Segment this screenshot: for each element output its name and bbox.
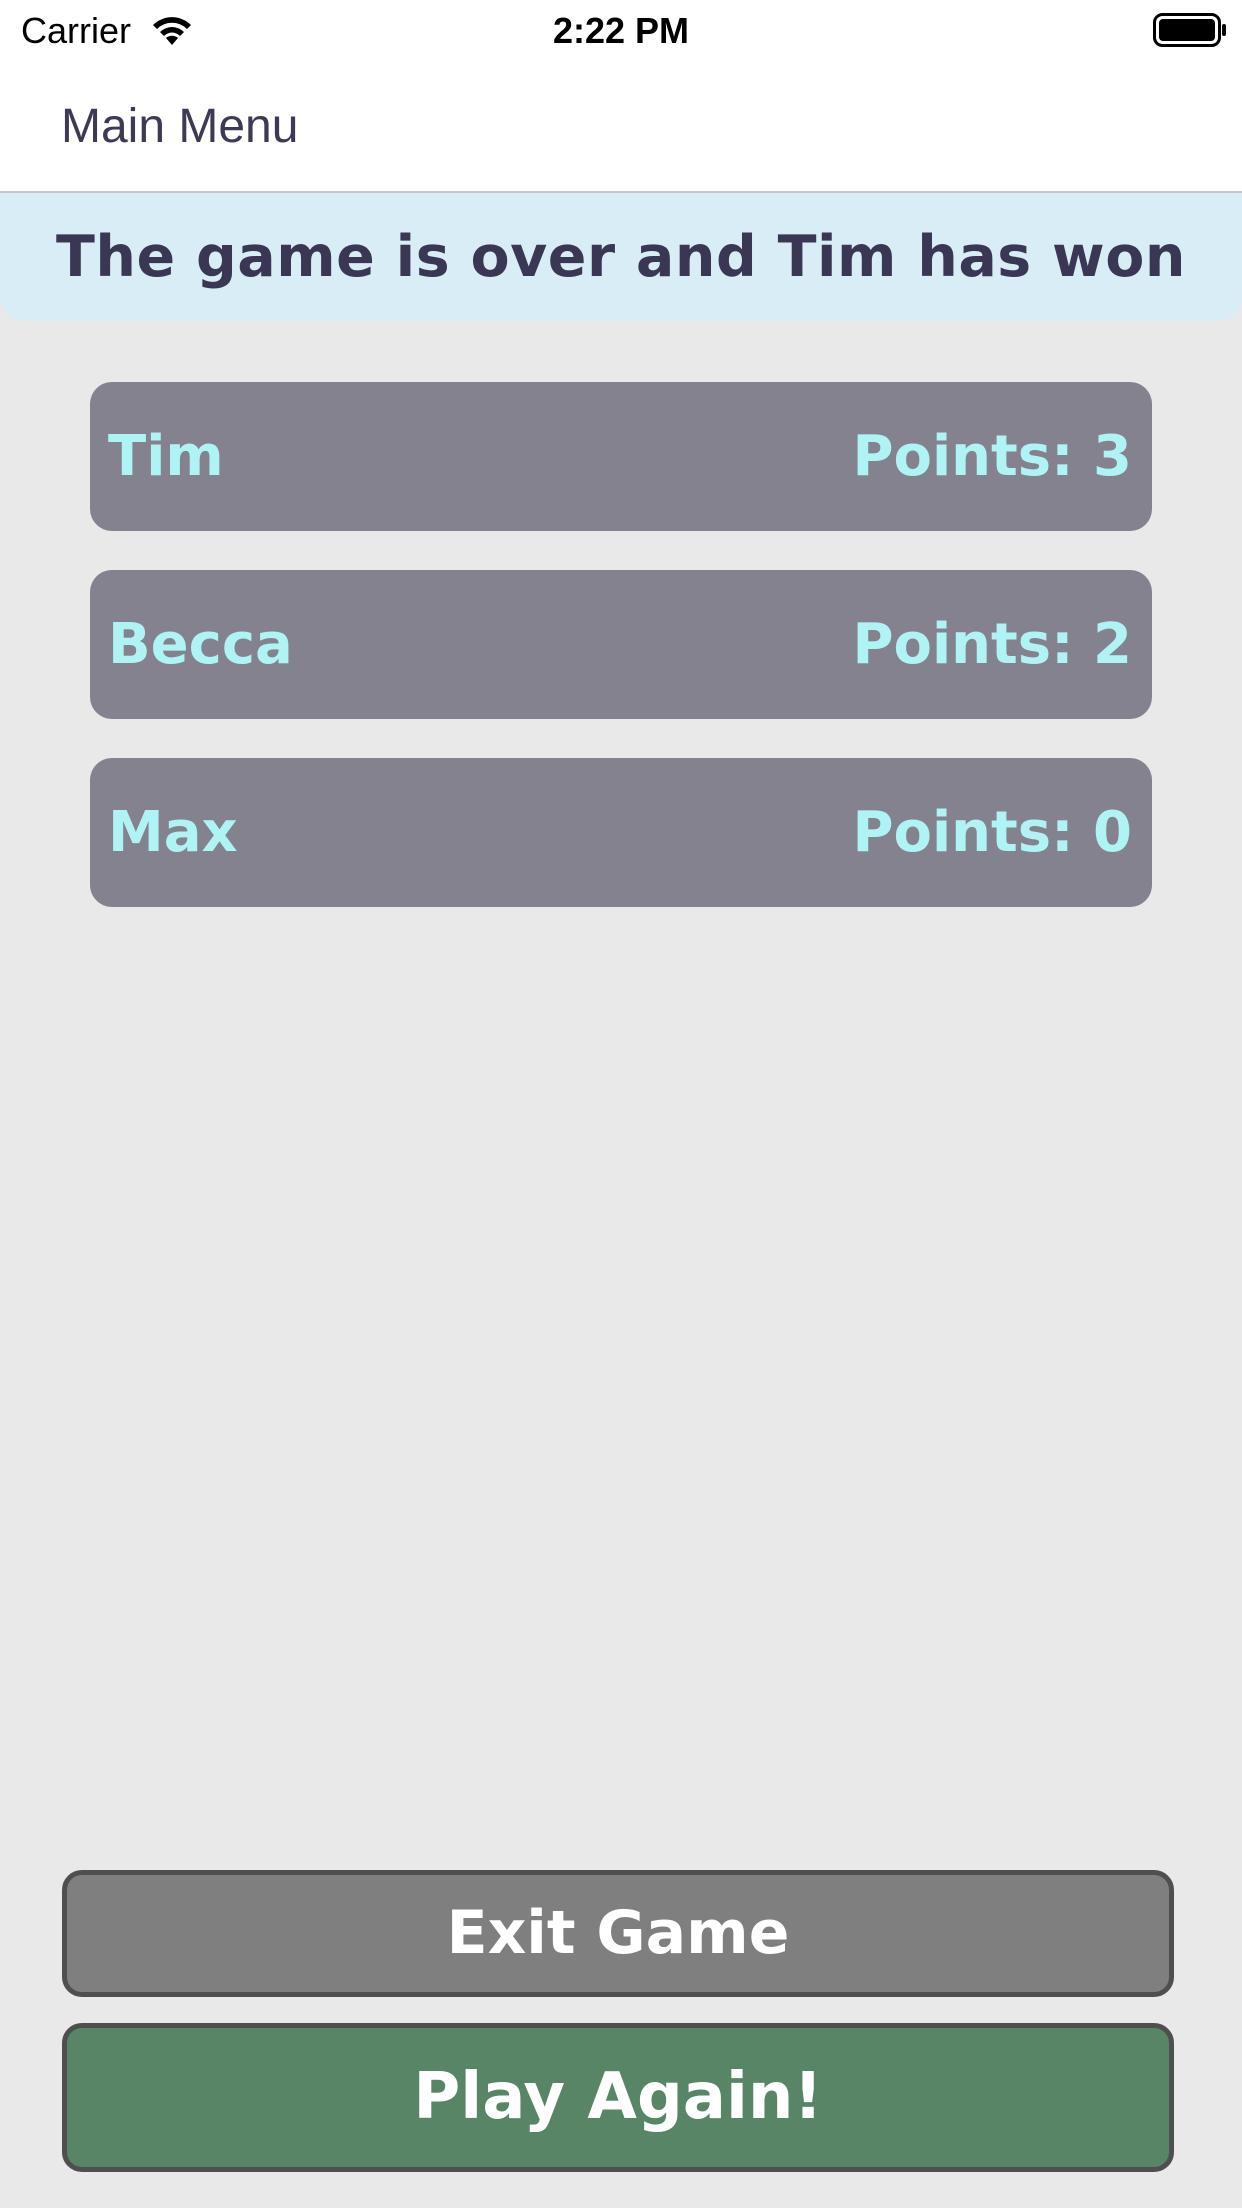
player-points: Points: 2: [852, 612, 1132, 677]
status-bar: Carrier 2:22 PM: [0, 0, 1242, 62]
player-points: Points: 0: [852, 800, 1132, 865]
battery-icon: [1153, 13, 1226, 47]
player-points: Points: 3: [852, 424, 1132, 489]
exit-game-button[interactable]: Exit Game: [62, 1870, 1174, 1997]
game-over-message: The game is over and Tim has won: [56, 224, 1186, 290]
player-name: Tim: [108, 424, 224, 489]
game-over-banner: The game is over and Tim has won: [0, 193, 1242, 321]
navigation-bar: Main Menu: [0, 62, 1242, 193]
player-name: Max: [108, 800, 238, 865]
play-again-button[interactable]: Play Again!: [62, 2023, 1174, 2172]
player-score-row: Becca Points: 2: [90, 570, 1152, 719]
status-time: 2:22 PM: [552, 10, 690, 51]
main-menu-back-button[interactable]: Main Menu: [61, 97, 298, 157]
player-name: Becca: [108, 612, 293, 677]
player-score-row: Tim Points: 3: [90, 382, 1152, 531]
player-score-row: Max Points: 0: [90, 758, 1152, 907]
